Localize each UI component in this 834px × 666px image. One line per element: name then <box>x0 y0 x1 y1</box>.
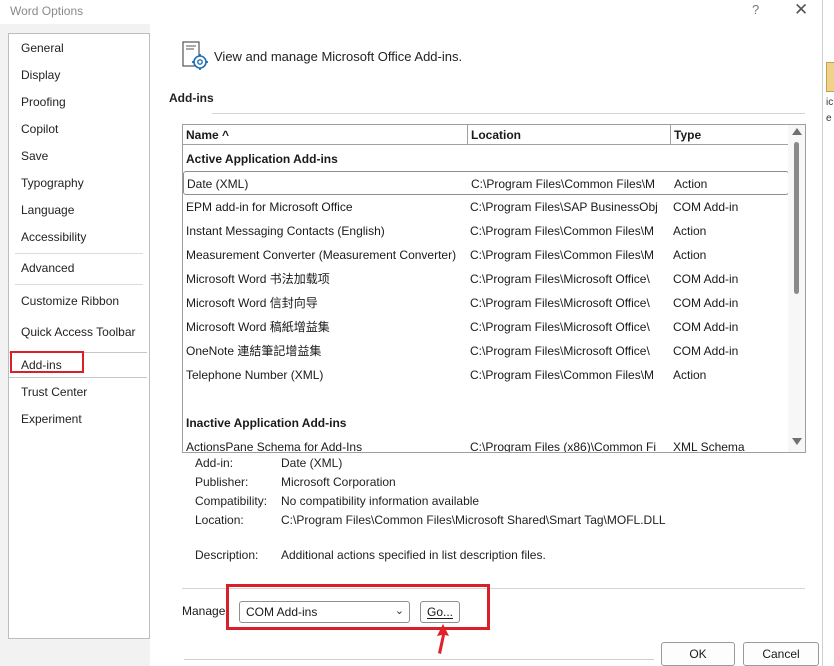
cell-type: COM Add-in <box>673 296 739 310</box>
title-bar <box>0 0 822 24</box>
footer-divider <box>184 659 654 660</box>
cell-name: Microsoft Word 信封向导 <box>186 296 318 310</box>
help-icon[interactable]: ? <box>752 2 759 17</box>
nav-divider <box>15 253 143 254</box>
add-ins-list[interactable]: Name ^ Location Type Active Application … <box>182 124 806 453</box>
group-header-inactive: Inactive Application Add-ins <box>186 416 347 430</box>
add-ins-highlight-box <box>10 351 84 373</box>
table-row[interactable]: Instant Messaging Contacts (English) C:\… <box>183 219 789 243</box>
cell-type: Action <box>673 224 707 238</box>
detail-location-value: C:\Program Files\Common Files\Microsoft … <box>281 513 666 527</box>
table-row[interactable]: Date (XML) C:\Program Files\Common Files… <box>183 171 789 195</box>
table-row[interactable]: Microsoft Word 稿紙增益集 C:\Program Files\Mi… <box>183 315 789 339</box>
column-header-name[interactable]: Name ^ <box>183 125 468 145</box>
scroll-down-arrow-icon[interactable] <box>792 438 802 445</box>
nav-item-save[interactable]: Save <box>21 149 48 163</box>
detail-compat-value: No compatibility information available <box>281 494 480 508</box>
table-row[interactable]: OneNote 連結筆記增益集 C:\Program Files\Microso… <box>183 339 789 363</box>
cell-type: Action <box>673 248 707 262</box>
cell-type: Action <box>673 368 707 382</box>
detail-location-label: Location: <box>195 513 244 527</box>
section-title: Add-ins <box>169 91 214 105</box>
cell-type: COM Add-in <box>673 320 739 334</box>
cell-name: EPM add-in for Microsoft Office <box>186 200 353 214</box>
table-row[interactable]: EPM add-in for Microsoft Office C:\Progr… <box>183 195 789 219</box>
cell-name: Measurement Converter (Measurement Conve… <box>186 248 457 262</box>
nav-item-language[interactable]: Language <box>21 203 74 217</box>
cell-type: XML Schema <box>673 440 745 453</box>
cell-location: C:\Program Files\Common Files\M <box>470 224 655 238</box>
nav-item-customize-ribbon[interactable]: Customize Ribbon <box>21 294 119 308</box>
cell-location: C:\Program Files\Microsoft Office\ <box>470 344 650 358</box>
nav-item-advanced[interactable]: Advanced <box>21 261 74 275</box>
cell-name: Telephone Number (XML) <box>186 368 324 382</box>
cell-name: OneNote 連結筆記增益集 <box>186 344 322 358</box>
cell-location: C:\Program Files\Microsoft Office\ <box>470 272 650 286</box>
detail-publisher-value: Microsoft Corporation <box>281 475 396 489</box>
cell-type: Action <box>674 177 708 191</box>
cell-location: C:\Program Files (x86)\Common Fi <box>470 440 657 453</box>
section-divider <box>212 113 805 114</box>
table-row[interactable]: Telephone Number (XML) C:\Program Files\… <box>183 363 789 387</box>
nav-item-general[interactable]: General <box>21 41 64 55</box>
nav-item-display[interactable]: Display <box>21 68 60 82</box>
cell-location: C:\Program Files\Microsoft Office\ <box>470 296 650 310</box>
folder-icon <box>826 62 834 92</box>
column-header-type[interactable]: Type <box>671 125 789 145</box>
group-header-active: Active Application Add-ins <box>186 152 338 166</box>
cell-name: ActionsPane Schema for Add-Ins <box>186 440 363 453</box>
cell-location: C:\Program Files\SAP BusinessObj <box>470 200 658 214</box>
scroll-thumb[interactable] <box>794 142 799 294</box>
nav-item-quick-access-toolbar[interactable]: Quick Access Toolbar <box>21 325 136 339</box>
window-title: Word Options <box>10 4 84 18</box>
cell-name: Instant Messaging Contacts (English) <box>186 224 385 238</box>
cell-type: COM Add-in <box>673 344 739 358</box>
nav-item-typography[interactable]: Typography <box>21 176 84 190</box>
cell-location: C:\Program Files\Microsoft Office\ <box>470 320 650 334</box>
column-header-location[interactable]: Location <box>468 125 671 145</box>
background-text: ic <box>826 97 834 108</box>
nav-item-proofing[interactable]: Proofing <box>21 95 66 109</box>
scroll-up-arrow-icon[interactable] <box>792 128 802 135</box>
detail-compat-label: Compatibility: <box>195 494 268 508</box>
list-scrollbar[interactable] <box>788 125 805 452</box>
addins-gear-icon <box>182 41 208 70</box>
page-header: View and manage Microsoft Office Add-ins… <box>214 49 463 64</box>
options-nav: General Display Proofing Copilot Save Ty… <box>8 33 150 639</box>
cancel-button[interactable]: Cancel <box>743 642 819 666</box>
table-row[interactable]: Microsoft Word 信封向导 C:\Program Files\Mic… <box>183 291 789 315</box>
ok-button[interactable]: OK <box>661 642 735 666</box>
cell-type: COM Add-in <box>673 200 739 214</box>
cell-name: Date (XML) <box>187 177 249 191</box>
cell-location: C:\Program Files\Common Files\M <box>470 368 655 382</box>
detail-publisher-label: Publisher: <box>195 475 249 489</box>
close-icon[interactable]: ✕ <box>794 0 808 20</box>
detail-addin-label: Add-in: <box>195 456 234 470</box>
nav-divider <box>15 284 143 285</box>
table-row[interactable]: Microsoft Word 书法加载项 C:\Program Files\Mi… <box>183 267 789 291</box>
nav-item-trust-center[interactable]: Trust Center <box>21 385 87 399</box>
detail-description-value: Additional actions specified in list des… <box>281 548 546 562</box>
background-text: e <box>826 113 832 124</box>
nav-item-accessibility[interactable]: Accessibility <box>21 230 86 244</box>
cell-type: COM Add-in <box>673 272 739 286</box>
detail-description-label: Description: <box>195 548 259 562</box>
cell-location: C:\Program Files\Common Files\M <box>470 248 655 262</box>
cell-name: Microsoft Word 稿紙增益集 <box>186 320 330 334</box>
manage-highlight-box <box>226 584 490 630</box>
manage-label: Manage: <box>182 604 229 618</box>
nav-item-experiment[interactable]: Experiment <box>21 412 82 426</box>
red-arrow-icon <box>437 624 449 654</box>
nav-item-copilot[interactable]: Copilot <box>21 122 58 136</box>
detail-addin-value: Date (XML) <box>281 456 343 470</box>
cell-location: C:\Program Files\Common Files\M <box>471 177 656 191</box>
cell-name: Microsoft Word 书法加载项 <box>186 272 330 286</box>
table-row[interactable]: ActionsPane Schema for Add-Ins C:\Progra… <box>183 435 789 453</box>
table-row[interactable]: Measurement Converter (Measurement Conve… <box>183 243 789 267</box>
